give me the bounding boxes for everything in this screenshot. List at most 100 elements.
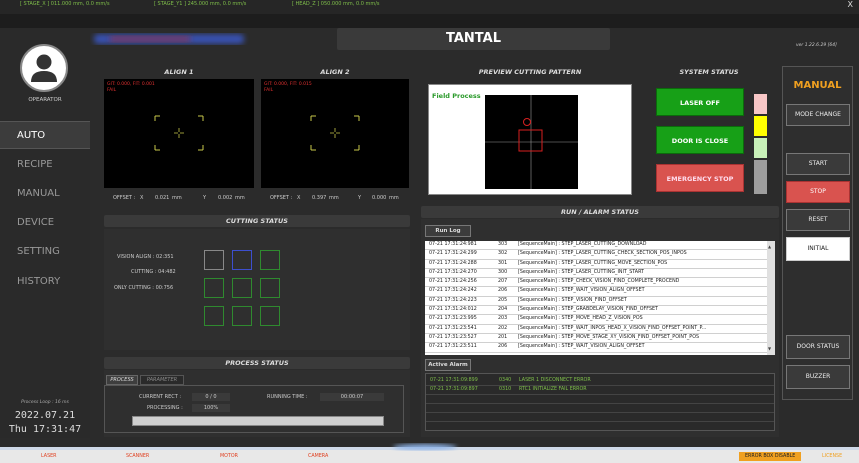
mode-label: MANUAL xyxy=(793,80,842,91)
header-strip xyxy=(0,14,859,28)
close-icon[interactable]: X xyxy=(848,0,853,9)
cut-cell xyxy=(260,250,280,270)
log-message: [SequenceMain] : STEP_MOVE_STAGE_XY_VISI… xyxy=(518,334,700,340)
system-status-title: SYSTEM STATUS xyxy=(679,68,739,76)
log-message: [SequenceMain] : STEP_GRABDELAY_VISION_F… xyxy=(518,307,658,313)
scroll-up-icon[interactable]: ▲ xyxy=(768,244,771,249)
alarm-row-1: 07-21 17:31:09:897 0310 RTC1 INITIALIZE FA… xyxy=(426,386,774,395)
stage-y1-readout: [ STAGE_Y1 ] 245.000 mm, 0.0 mm/s xyxy=(154,1,247,7)
tab-active-alarm[interactable]: Active Alarm xyxy=(425,359,471,371)
log-time: 07-21 17:31:24:012 xyxy=(429,307,477,313)
log-row-11: 07-21 17:31:23:511 206 [SequenceMain] : ST… xyxy=(425,343,767,353)
align1-camera-view[interactable]: GIT: 0.000, FIT: 0.001 FAIL xyxy=(104,79,254,188)
align2-camera-view[interactable]: GIT: 0.000, FIT: 0.015 FAIL xyxy=(261,79,409,188)
scanner-device-status: SCANNER xyxy=(126,454,150,459)
logo-icon xyxy=(94,34,244,44)
buzzer-button[interactable]: BUZZER xyxy=(786,365,850,389)
align1-y-value: 0.002 xyxy=(218,195,233,201)
log-time: 07-21 17:31:24:299 xyxy=(429,251,477,257)
preview-pattern-view[interactable]: Field Process xyxy=(428,84,632,195)
reset-button[interactable]: RESET xyxy=(786,209,850,231)
motor-device-status: MOTOR xyxy=(220,454,238,459)
sidebar-item-setting[interactable]: SETTING xyxy=(0,238,90,266)
log-message: [SequenceMain] : STEP_VISION_FIND_OFFSET xyxy=(518,297,627,303)
door-status-indicator[interactable]: DOOR IS CLOSE xyxy=(656,126,744,154)
log-row-0: 07-21 17:31:24:981 303 [SequenceMain] : ST… xyxy=(425,241,767,251)
processing-value: 100% xyxy=(192,404,230,412)
scroll-down-icon[interactable]: ▼ xyxy=(768,346,771,351)
log-time: 07-21 17:31:23:527 xyxy=(429,334,477,340)
sidebar-item-recipe[interactable]: RECIPE xyxy=(0,151,90,179)
log-message: [SequenceMain] : STEP_LASER_CUTTING_MOVE… xyxy=(518,260,668,266)
error-box-status: ERROR BOX DISABLE xyxy=(739,452,802,461)
laser-status-button[interactable]: LASER OFF xyxy=(656,88,744,116)
user-avatar-icon[interactable] xyxy=(20,44,68,92)
alarm-code: 0310 xyxy=(499,387,512,392)
align1-x-value: 0.021 xyxy=(155,195,170,201)
log-message: [SequenceMain] : STEP_CHECK_VISION_FIND_… xyxy=(518,279,680,285)
log-code: 207 xyxy=(498,279,508,285)
emergency-stop-button[interactable]: EMERGENCY STOP xyxy=(656,164,744,192)
cut-cell xyxy=(232,306,252,326)
cut-cell xyxy=(232,250,252,270)
run-log-scrollbar[interactable]: ▲ ▼ xyxy=(767,241,775,355)
date-display: 2022.07.21 xyxy=(14,410,76,421)
tab-process[interactable]: PROCESS xyxy=(106,375,138,385)
camera-device-status: CAMERA xyxy=(308,454,329,459)
stage-x-readout: [ STAGE_X ] 011.000 mm, 0.0 mm/s xyxy=(20,1,110,7)
alarm-message: RTC1 INITIALIZE FAIL ERROR xyxy=(519,387,587,392)
log-time: 07-21 17:31:23:995 xyxy=(429,316,477,322)
status-light-green xyxy=(754,138,767,158)
cut-cell xyxy=(204,278,224,298)
alarm-time: 07-21 17:31:09:897 xyxy=(430,387,478,392)
log-time: 07-21 17:31:24:981 xyxy=(429,242,477,247)
app-title: TANTAL xyxy=(337,28,610,50)
cut-cell xyxy=(204,250,224,270)
sidebar-item-device[interactable]: DEVICE xyxy=(0,209,90,237)
align2-title: ALIGN 2 xyxy=(320,68,350,76)
log-code: 302 xyxy=(498,251,508,257)
door-status-button[interactable]: DOOR STATUS xyxy=(786,335,850,359)
align2-crosshair-icon xyxy=(310,115,360,151)
align1-y-unit: mm xyxy=(235,195,245,201)
log-code: 301 xyxy=(498,260,508,266)
tab-run-log[interactable]: Run Log xyxy=(425,225,471,237)
processing-label: PROCESSING : xyxy=(147,405,183,411)
log-row-5: 07-21 17:31:24:242 206 [SequenceMain] : ST… xyxy=(425,287,767,297)
sidebar-item-history[interactable]: HISTORY xyxy=(0,268,90,296)
initial-button[interactable]: INITIAL xyxy=(786,237,850,261)
logo-blurred xyxy=(90,28,250,50)
log-time: 07-21 17:31:24:256 xyxy=(429,279,477,285)
field-process-label: Field Process xyxy=(432,92,481,100)
run-log-list[interactable]: 07-21 17:31:24:981 303 [SequenceMain] : ST… xyxy=(425,241,767,355)
tab-parameter[interactable]: PARAMETER xyxy=(140,375,184,385)
log-code: 204 xyxy=(498,307,508,313)
log-row-4: 07-21 17:31:24:256 207 [SequenceMain] : ST… xyxy=(425,278,767,288)
active-alarm-list[interactable]: 07-21 17:31:09:899 0340 LASER 1 DISCONNECT… xyxy=(425,373,775,431)
cut-cell xyxy=(260,278,280,298)
sidebar-item-manual[interactable]: MANUAL xyxy=(0,180,90,208)
mode-change-button[interactable]: MODE CHANGE xyxy=(786,104,850,126)
cutting-pattern-icon xyxy=(485,95,578,189)
align1-y-label: Y xyxy=(203,195,207,201)
running-time-value: 00:00:07 xyxy=(320,393,384,401)
log-message: [SequenceMain] : STEP_WAIT_VISION_ALIGN_… xyxy=(518,344,645,350)
stop-button[interactable]: STOP xyxy=(786,181,850,203)
log-code: 202 xyxy=(498,325,508,331)
start-button[interactable]: START xyxy=(786,153,850,175)
sidebar-item-auto[interactable]: AUTO xyxy=(0,121,90,149)
align2-x-value: 0.397 xyxy=(312,195,327,201)
log-message: [SequenceMain] : STEP_WAIT_VISION_ALIGN_… xyxy=(518,288,645,294)
align1-offset-label: OFFSET : xyxy=(113,195,136,201)
cutting-status-title: CUTTING STATUS xyxy=(104,215,410,227)
time-display: Thu 17:31:47 xyxy=(8,424,82,435)
align2-offset-label: OFFSET : xyxy=(270,195,293,201)
log-message: [SequenceMain] : STEP_LASER_CUTTING_DOWN… xyxy=(518,242,647,247)
top-status-bar: [ STAGE_X ] 011.000 mm, 0.0 mm/s [ STAGE… xyxy=(0,0,859,14)
status-light-yellow xyxy=(754,116,767,136)
log-row-10: 07-21 17:31:23:527 201 [SequenceMain] : ST… xyxy=(425,334,767,344)
log-code: 300 xyxy=(498,269,508,275)
align1-x-label: X xyxy=(140,195,144,201)
log-time: 07-21 17:31:24:270 xyxy=(429,269,477,275)
align1-crosshair-icon xyxy=(154,115,204,151)
